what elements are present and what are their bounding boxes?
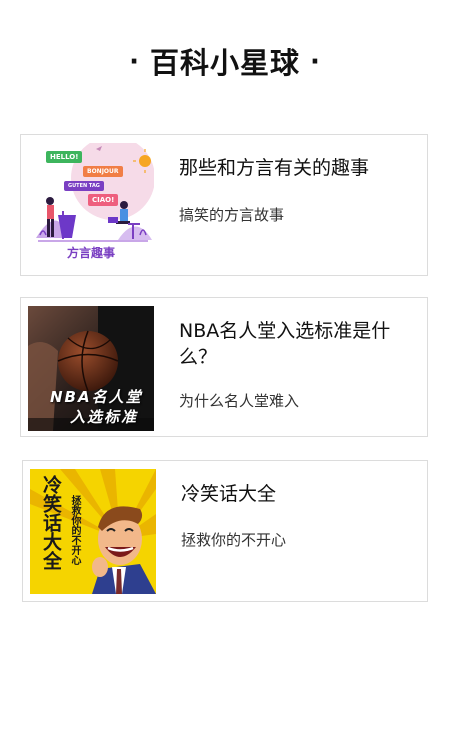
card-subtitle: 为什么名人堂难入 [179, 392, 300, 410]
title-dot-left: · [129, 47, 140, 77]
page-title: 百科小星球 [149, 46, 300, 80]
jokes-thumbnail: 冷笑话大全 拯救你的不开心 [30, 469, 156, 594]
card-title[interactable]: 那些和方言有关的趣事 [179, 155, 414, 181]
card-title[interactable]: 冷笑话大全 [181, 481, 416, 507]
article-card-dialect[interactable]: HELLO! BONJOUR GUTEN TAG CIAO! 方言趣事 那些和方… [20, 134, 428, 276]
bubble-guten-tag: GUTEN TAG [64, 181, 104, 191]
nba-thumb-line2: 入选标准 [70, 408, 139, 426]
dialect-thumbnail: HELLO! BONJOUR GUTEN TAG CIAO! 方言趣事 [28, 143, 154, 268]
card-subtitle: 拯救你的不开心 [181, 531, 287, 549]
article-card-jokes[interactable]: 冷笑话大全 拯救你的不开心 冷笑话大全 拯救你的不开心 [22, 460, 428, 602]
bubble-hello: HELLO! [46, 151, 83, 163]
page-header: · 百科小星球 · [0, 40, 450, 82]
dialect-thumb-caption: 方言趣事 [66, 246, 115, 260]
bubble-bonjour: BONJOUR [83, 166, 123, 177]
card-title[interactable]: NBA名人堂入选标准是什么？ [179, 318, 414, 370]
card-subtitle: 搞笑的方言故事 [179, 206, 285, 224]
nba-thumb-line1: NBA名人堂 [50, 388, 143, 406]
article-card-nba[interactable]: NBA名人堂 入选标准 NBA名人堂入选标准是什么？ 为什么名人堂难入 [20, 297, 428, 437]
jokes-thumb-subtitle: 拯救你的不开心 [69, 495, 80, 565]
jokes-thumb-title: 冷笑话大全 [40, 475, 62, 570]
bubble-ciao: CIAO! [88, 194, 119, 206]
page: · 百科小星球 · HELLO! BONJOUR GUTEN TAG CIAO!… [0, 0, 450, 750]
title-dot-right: · [310, 47, 321, 77]
nba-thumbnail: NBA名人堂 入选标准 [28, 306, 154, 431]
